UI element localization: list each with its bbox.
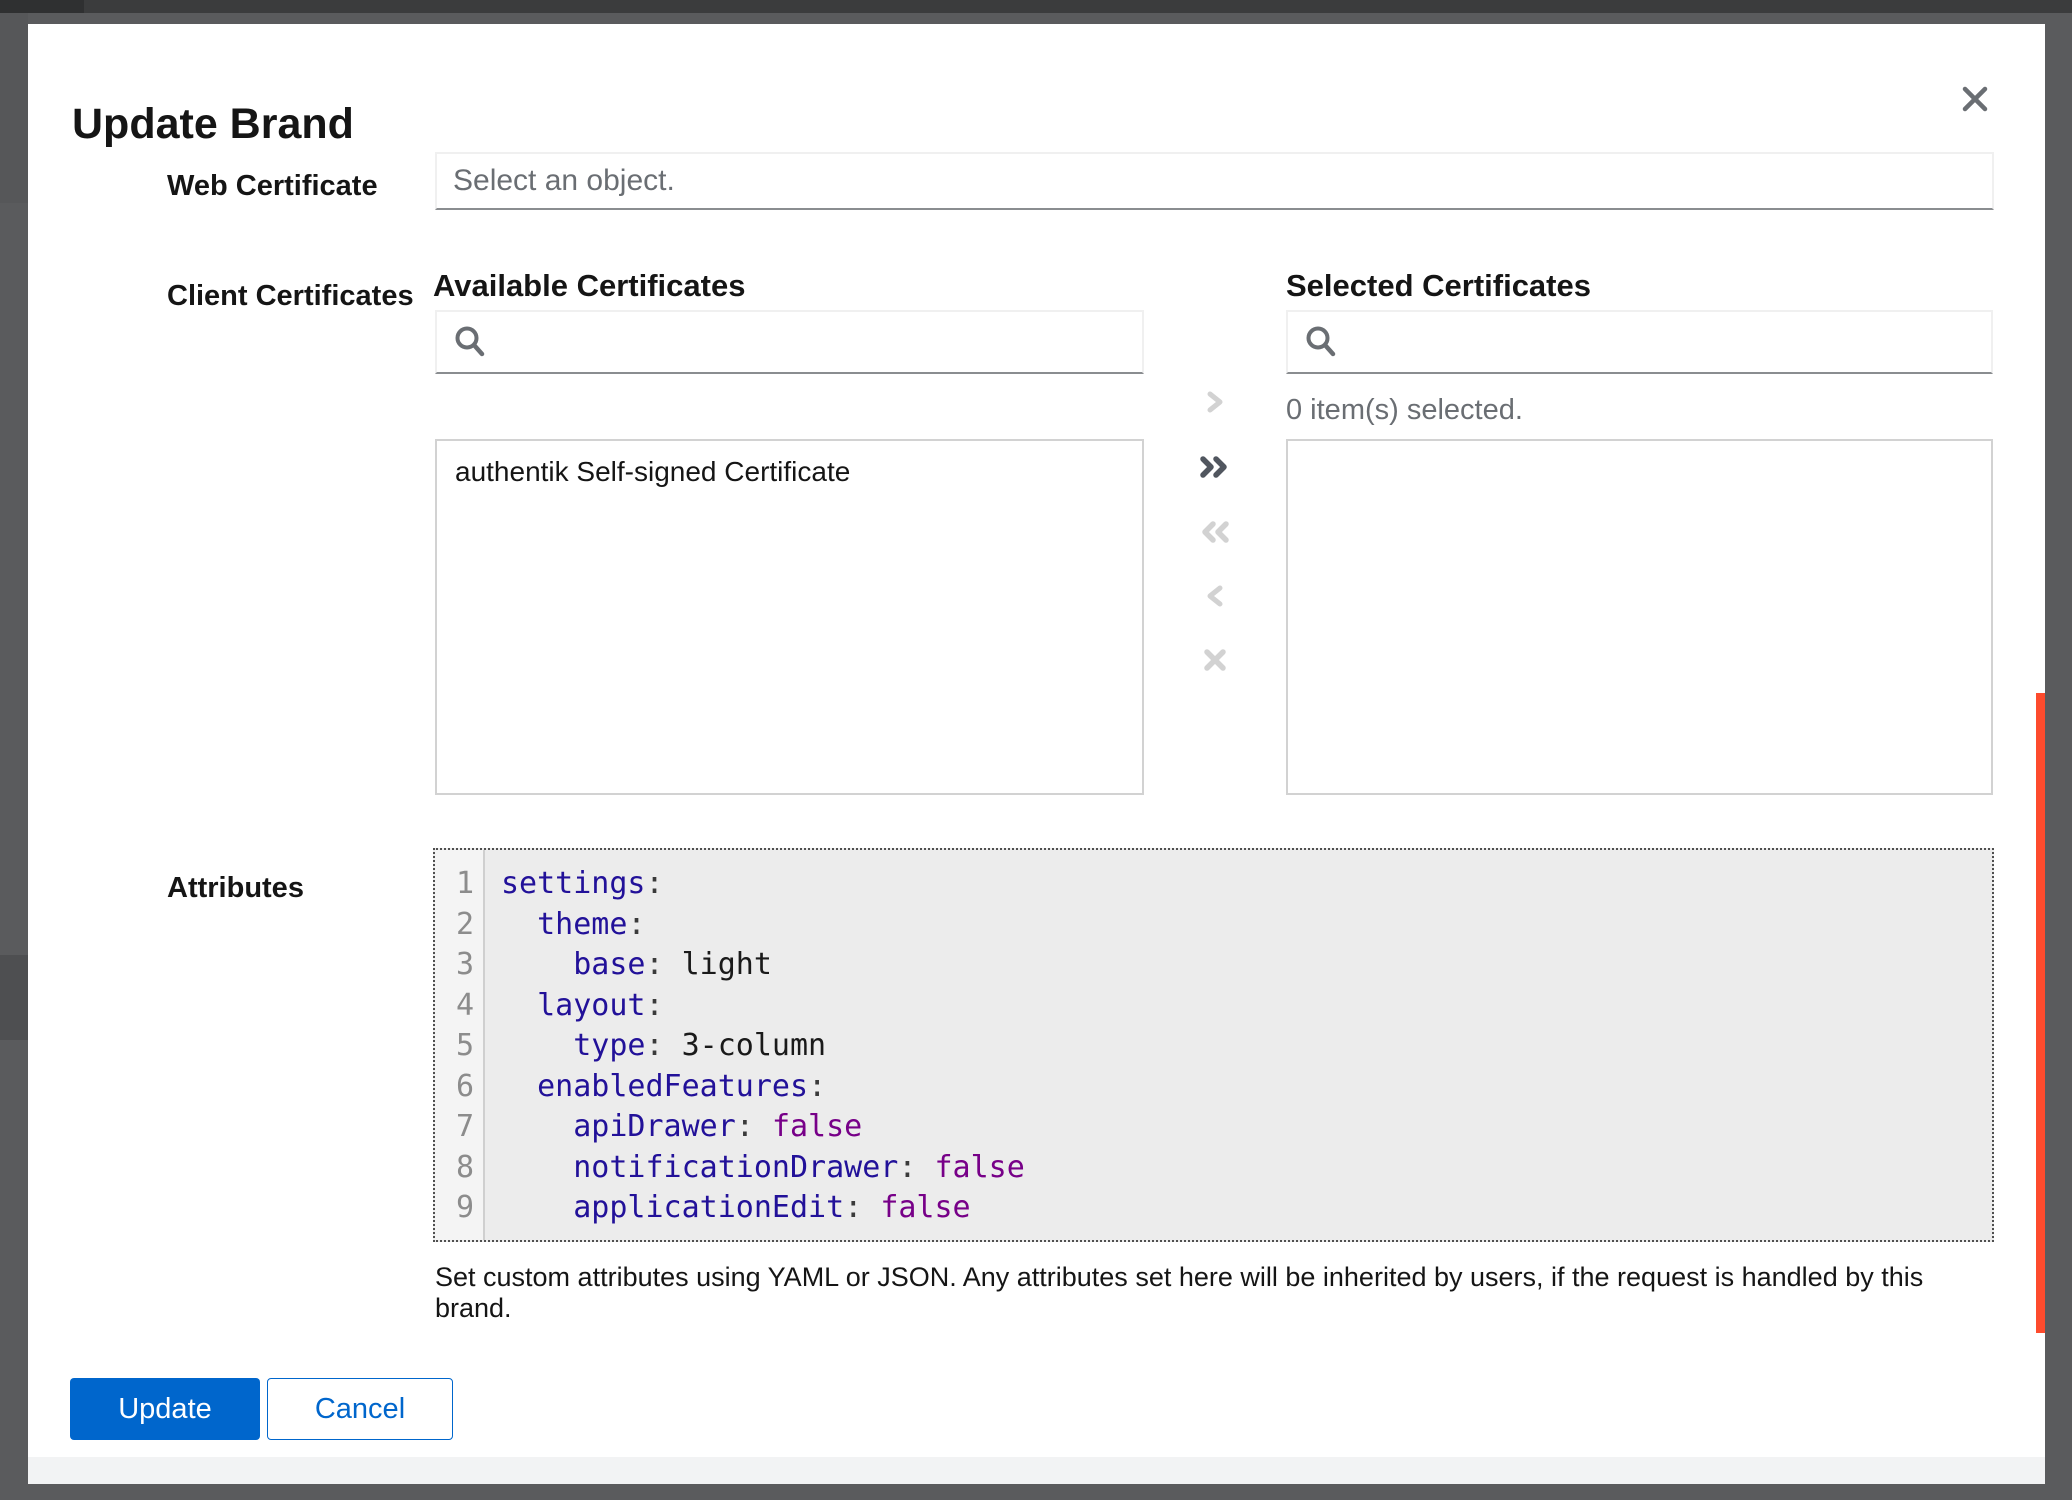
close-icon [1959,83,1991,118]
move-all-right-button[interactable] [1193,445,1237,489]
backdrop-top-corner [0,0,84,13]
modal-scrollbar-thumb[interactable] [2036,693,2045,1333]
line-number: 2 [435,905,483,946]
move-selected-left-button[interactable] [1193,574,1237,618]
line-number: 6 [435,1067,483,1108]
certificate-list-item[interactable]: authentik Self-signed Certificate [437,441,1142,503]
code-line[interactable]: enabledFeatures: [501,1067,1992,1108]
available-search [435,310,1144,374]
angle-left-icon [1202,580,1228,612]
code-line[interactable]: notificationDrawer: false [501,1148,1992,1189]
code-line[interactable]: base: light [501,945,1992,986]
angle-double-right-icon [1197,450,1233,484]
move-selected-right-button[interactable] [1193,380,1237,424]
code-line[interactable]: applicationEdit: false [501,1188,1992,1229]
line-number: 7 [435,1107,483,1148]
line-number: 1 [435,864,483,905]
attributes-label: Attributes [167,872,304,905]
backdrop-left-block [0,13,28,203]
backdrop-left-block [0,955,28,1040]
line-number: 8 [435,1148,483,1189]
code-line[interactable]: layout: [501,986,1992,1027]
page-title: Update Brand [72,100,354,149]
angle-double-left-icon [1197,515,1233,549]
code-line[interactable]: type: 3-column [501,1026,1992,1067]
backdrop-bottom-band [28,1457,2045,1484]
cancel-button[interactable]: Cancel [267,1378,453,1440]
code-lines[interactable]: settings: theme: base: light layout: typ… [485,850,1992,1240]
selected-search [1286,310,1993,374]
close-button[interactable] [1949,74,2001,126]
web-certificate-label: Web Certificate [167,170,378,203]
selected-count-status: 0 item(s) selected. [1286,394,1523,427]
move-all-left-button[interactable] [1193,510,1237,554]
backdrop-top-strip [0,0,2072,13]
line-number: 3 [435,945,483,986]
attributes-help-text: Set custom attributes using YAML or JSON… [435,1262,1965,1324]
selected-certificates-list[interactable] [1286,439,1993,795]
available-certificates-list[interactable]: authentik Self-signed Certificate [435,439,1144,795]
times-icon [1200,645,1230,675]
attributes-code-editor[interactable]: 123456789 settings: theme: base: light l… [433,848,1994,1242]
line-number: 5 [435,1026,483,1067]
line-number: 4 [435,986,483,1027]
code-line[interactable]: apiDrawer: false [501,1107,1992,1148]
available-search-input[interactable] [435,310,1144,374]
screen: Update Brand Web Certificate Client Cert… [0,0,2072,1500]
angle-right-icon [1202,386,1228,418]
clear-selection-button[interactable] [1193,638,1237,682]
client-certificates-label: Client Certificates [167,280,414,313]
selected-search-input[interactable] [1286,310,1993,374]
code-line[interactable]: settings: [501,864,1992,905]
code-gutter: 123456789 [435,850,485,1240]
available-certificates-heading: Available Certificates [433,268,745,304]
line-number: 9 [435,1188,483,1229]
update-button[interactable]: Update [70,1378,260,1440]
update-brand-modal: Update Brand Web Certificate Client Cert… [28,24,2045,1457]
code-line[interactable]: theme: [501,905,1992,946]
web-certificate-select[interactable] [435,152,1994,210]
selected-certificates-heading: Selected Certificates [1286,268,1591,304]
